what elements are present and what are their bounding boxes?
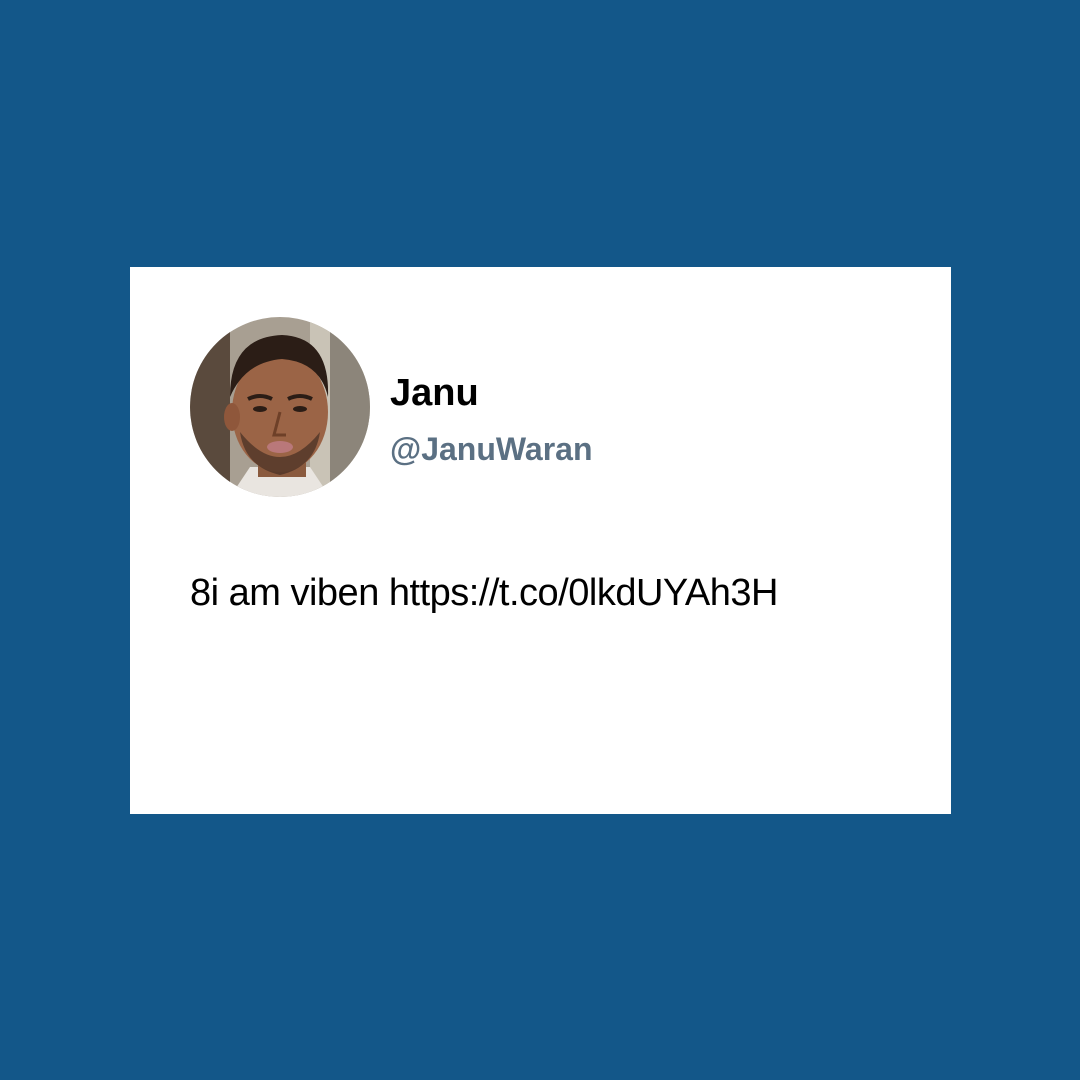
tweet-text: 8i am viben https://t.co/0lkdUYAh3H	[190, 572, 778, 614]
profile-photo	[190, 317, 370, 497]
page-background: { "colors": { "background": "#135789", "…	[0, 0, 1080, 1080]
author-display-name[interactable]: Janu	[390, 369, 479, 417]
avatar[interactable]	[190, 317, 370, 497]
tweet-card: Janu @JanuWaran 8i am viben https://t.co…	[130, 267, 951, 814]
author-handle[interactable]: @JanuWaran	[390, 429, 593, 469]
